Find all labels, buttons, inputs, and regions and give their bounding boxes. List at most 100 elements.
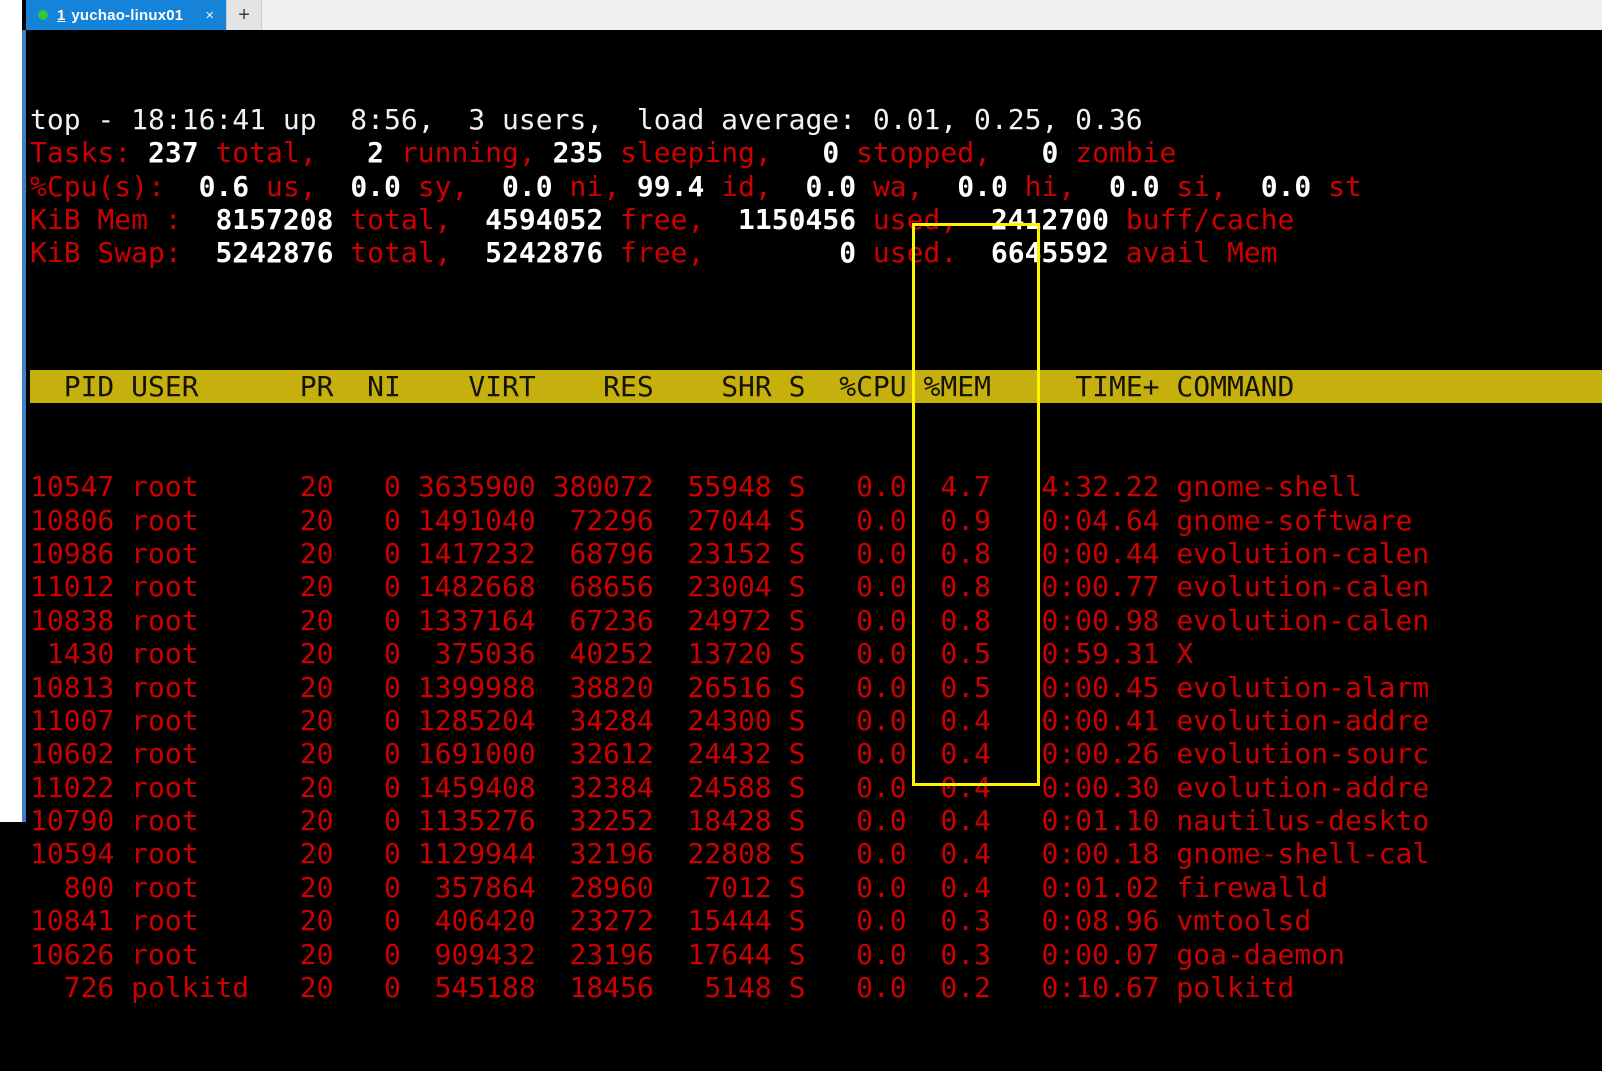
cell-time: 0:00.45 (991, 671, 1160, 704)
cell-cpu: 0.0 (806, 570, 907, 603)
process-row: 10806 root 20 0 1491040 72296 27044 S 0.… (30, 504, 1602, 537)
cell-mem: 0.4 (907, 837, 991, 870)
cell-ni: 0 (333, 637, 400, 670)
terminal-screen[interactable]: top - 18:16:41 up 8:56, 3 users, load av… (26, 30, 1602, 822)
cell-ni: 0 (333, 704, 400, 737)
process-row: 10602 root 20 0 1691000 32612 24432 S 0.… (30, 737, 1602, 770)
cell-command: polkitd (1160, 971, 1295, 1004)
cell-res: 28960 (536, 871, 654, 904)
cell-user: root (114, 604, 266, 637)
process-table: 10547 root 20 0 3635900 380072 55948 S 0… (30, 470, 1602, 1004)
cell-mem: 0.3 (907, 938, 991, 971)
cell-command: gnome-shell (1160, 470, 1362, 503)
tab-bar: 1 yuchao-linux01 × + (26, 0, 1602, 30)
cell-res: 32612 (536, 737, 654, 770)
summary-line: top - 18:16:41 up 8:56, 3 users, load av… (30, 103, 1602, 136)
new-tab-button[interactable]: + (226, 0, 262, 30)
summary-segment: hi, (1008, 170, 1109, 203)
column-header-pr: PR (266, 370, 333, 403)
cell-pid: 10594 (30, 837, 114, 870)
summary-segment: 0.0 (1109, 170, 1160, 203)
summary-segment: zombie (1058, 136, 1176, 169)
cell-s: S (772, 604, 806, 637)
table-header-row: PID USER PR NI VIRT RES SHR S %CPU %MEM … (30, 370, 1602, 403)
cell-time: 0:00.30 (991, 771, 1160, 804)
process-row: 10790 root 20 0 1135276 32252 18428 S 0.… (30, 804, 1602, 837)
cell-command: evolution-addre (1160, 771, 1430, 804)
process-row: 11007 root 20 0 1285204 34284 24300 S 0.… (30, 704, 1602, 737)
cell-s: S (772, 737, 806, 770)
cell-pid: 10986 (30, 537, 114, 570)
cell-virt: 1399988 (401, 671, 536, 704)
tab-close-icon[interactable]: × (205, 7, 214, 24)
cell-shr: 24588 (654, 771, 772, 804)
summary-segment: 0.0 (1261, 170, 1312, 203)
cell-command: evolution-alarm (1160, 671, 1430, 704)
cell-pr: 20 (266, 771, 333, 804)
cell-res: 32196 (536, 837, 654, 870)
summary-segment: total, (199, 136, 368, 169)
summary-segment: 5242876 (485, 236, 603, 269)
cell-ni: 0 (333, 971, 400, 1004)
summary-segment: ni, (553, 170, 637, 203)
tab-label: yuchao-linux01 (71, 7, 183, 24)
cell-cpu: 0.0 (806, 871, 907, 904)
cell-time: 0:00.18 (991, 837, 1160, 870)
summary-segment: 99.4 (637, 170, 704, 203)
cell-pr: 20 (266, 871, 333, 904)
cell-command: nautilus-deskto (1160, 804, 1430, 837)
cell-ni: 0 (333, 537, 400, 570)
cell-mem: 0.5 (907, 637, 991, 670)
cell-s: S (772, 570, 806, 603)
cell-pid: 11012 (30, 570, 114, 603)
cell-cpu: 0.0 (806, 971, 907, 1004)
cell-pid: 10813 (30, 671, 114, 704)
cell-res: 38820 (536, 671, 654, 704)
cell-pr: 20 (266, 637, 333, 670)
cell-time: 0:00.98 (991, 604, 1160, 637)
cell-pid: 726 (30, 971, 114, 1004)
cell-pr: 20 (266, 837, 333, 870)
process-row: 10838 root 20 0 1337164 67236 24972 S 0.… (30, 604, 1602, 637)
cell-shr: 55948 (654, 470, 772, 503)
cell-mem: 0.3 (907, 904, 991, 937)
cell-pid: 800 (30, 871, 114, 904)
summary-segment: 2 (367, 136, 384, 169)
cell-virt: 1491040 (401, 504, 536, 537)
cell-time: 0:01.10 (991, 804, 1160, 837)
cell-virt: 909432 (401, 938, 536, 971)
cell-cpu: 0.0 (806, 804, 907, 837)
cell-mem: 0.8 (907, 570, 991, 603)
cell-res: 23196 (536, 938, 654, 971)
summary-segment: total, (333, 236, 485, 269)
cell-mem: 0.4 (907, 737, 991, 770)
cell-s: S (772, 637, 806, 670)
cell-time: 0:00.26 (991, 737, 1160, 770)
column-header-shr: SHR (654, 370, 772, 403)
cell-cpu: 0.0 (806, 704, 907, 737)
cell-virt: 1417232 (401, 537, 536, 570)
cell-virt: 1337164 (401, 604, 536, 637)
cell-user: root (114, 637, 266, 670)
cell-pr: 20 (266, 470, 333, 503)
cell-res: 32252 (536, 804, 654, 837)
cell-s: S (772, 904, 806, 937)
process-row: 800 root 20 0 357864 28960 7012 S 0.0 0.… (30, 871, 1602, 904)
left-gutter (0, 0, 22, 822)
process-row: 10547 root 20 0 3635900 380072 55948 S 0… (30, 470, 1602, 503)
cell-time: 0:59.31 (991, 637, 1160, 670)
cell-res: 380072 (536, 470, 654, 503)
plus-icon: + (238, 4, 250, 27)
cell-pid: 10602 (30, 737, 114, 770)
cell-shr: 24300 (654, 704, 772, 737)
cell-pr: 20 (266, 938, 333, 971)
column-header-mem: %MEM (907, 370, 991, 403)
cell-ni: 0 (333, 837, 400, 870)
cell-ni: 0 (333, 504, 400, 537)
summary-segment: us, (249, 170, 350, 203)
cell-user: root (114, 537, 266, 570)
cell-virt: 375036 (401, 637, 536, 670)
cell-time: 0:04.64 (991, 504, 1160, 537)
terminal-tab[interactable]: 1 yuchao-linux01 × (26, 0, 226, 30)
cell-mem: 0.8 (907, 537, 991, 570)
